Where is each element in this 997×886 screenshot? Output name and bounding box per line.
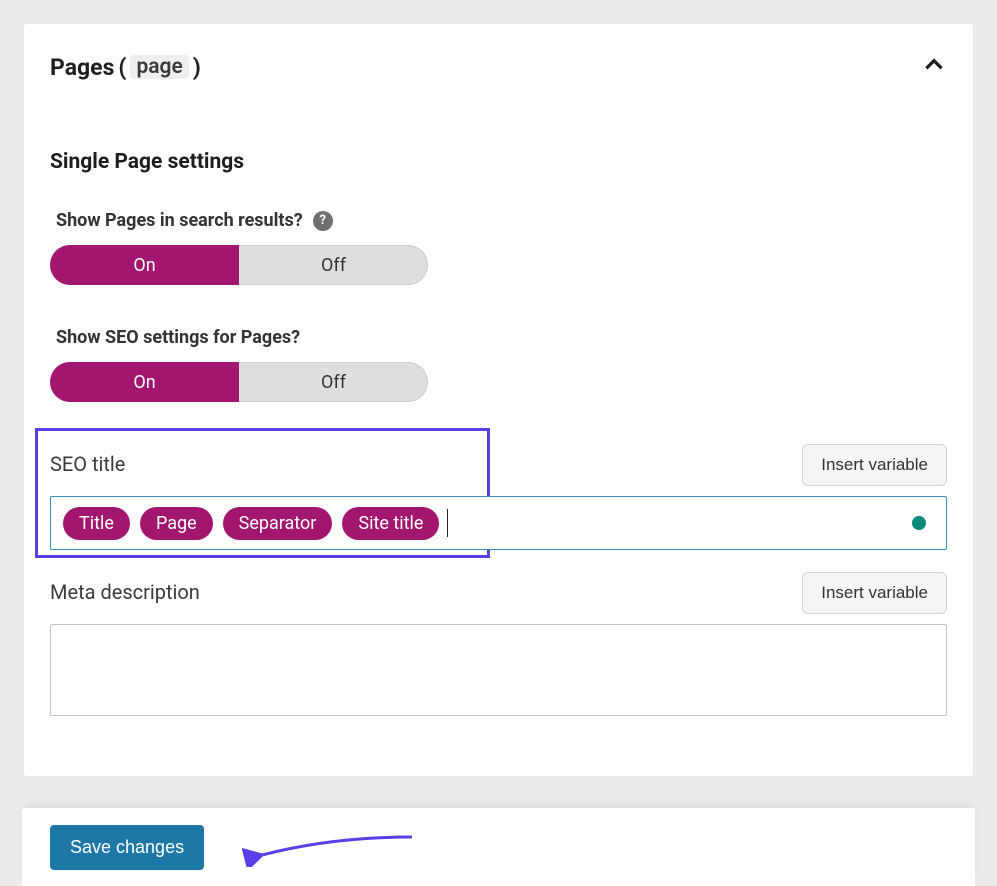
panel-title: Pages ( page ) xyxy=(50,54,201,81)
seo-title-token[interactable]: Site title xyxy=(342,507,439,540)
show-seo-settings-label-row: Show SEO settings for Pages? xyxy=(50,327,947,348)
panel-header[interactable]: Pages ( page ) xyxy=(50,52,947,82)
help-icon[interactable]: ? xyxy=(313,211,333,231)
show-in-search-label: Show Pages in search results? xyxy=(56,210,303,231)
toggle-on[interactable]: On xyxy=(50,362,239,402)
show-seo-settings-label: Show SEO settings for Pages? xyxy=(56,327,300,348)
post-type-code: page xyxy=(130,55,188,79)
section-heading: Single Page settings xyxy=(50,150,947,174)
close-paren: ) xyxy=(193,54,201,81)
footer-bar: Save changes xyxy=(22,808,975,886)
seo-title-token[interactable]: Page xyxy=(140,507,213,540)
seo-title-label: SEO title xyxy=(50,444,125,476)
chevron-up-icon[interactable] xyxy=(921,52,947,82)
meta-description-group: Meta description Insert variable xyxy=(50,572,947,716)
text-cursor xyxy=(447,509,448,537)
seo-title-token[interactable]: Title xyxy=(63,507,130,540)
status-indicator-icon xyxy=(912,516,926,530)
show-seo-settings-toggle[interactable]: On Off xyxy=(50,362,428,402)
insert-variable-button[interactable]: Insert variable xyxy=(802,572,947,614)
insert-variable-button[interactable]: Insert variable xyxy=(802,444,947,486)
seo-title-header-row: SEO title Insert variable xyxy=(50,444,947,486)
save-button[interactable]: Save changes xyxy=(50,825,204,870)
annotation-arrow-icon xyxy=(242,827,422,867)
show-in-search-toggle[interactable]: On Off xyxy=(50,245,428,285)
meta-description-header-row: Meta description Insert variable xyxy=(50,572,947,614)
seo-title-token[interactable]: Separator xyxy=(223,507,333,540)
seo-title-group: SEO title Insert variable Title Page Sep… xyxy=(50,444,947,550)
settings-panel: Pages ( page ) Single Page settings Show… xyxy=(24,24,973,776)
open-paren: ( xyxy=(118,54,126,81)
show-in-search-label-row: Show Pages in search results? ? xyxy=(50,210,947,231)
seo-title-input[interactable]: Title Page Separator Site title xyxy=(50,496,947,550)
panel-title-prefix: Pages xyxy=(50,54,114,81)
meta-description-label: Meta description xyxy=(50,572,200,604)
toggle-off[interactable]: Off xyxy=(239,245,428,285)
meta-description-input[interactable] xyxy=(50,624,947,716)
toggle-on[interactable]: On xyxy=(50,245,239,285)
toggle-off[interactable]: Off xyxy=(239,362,428,402)
